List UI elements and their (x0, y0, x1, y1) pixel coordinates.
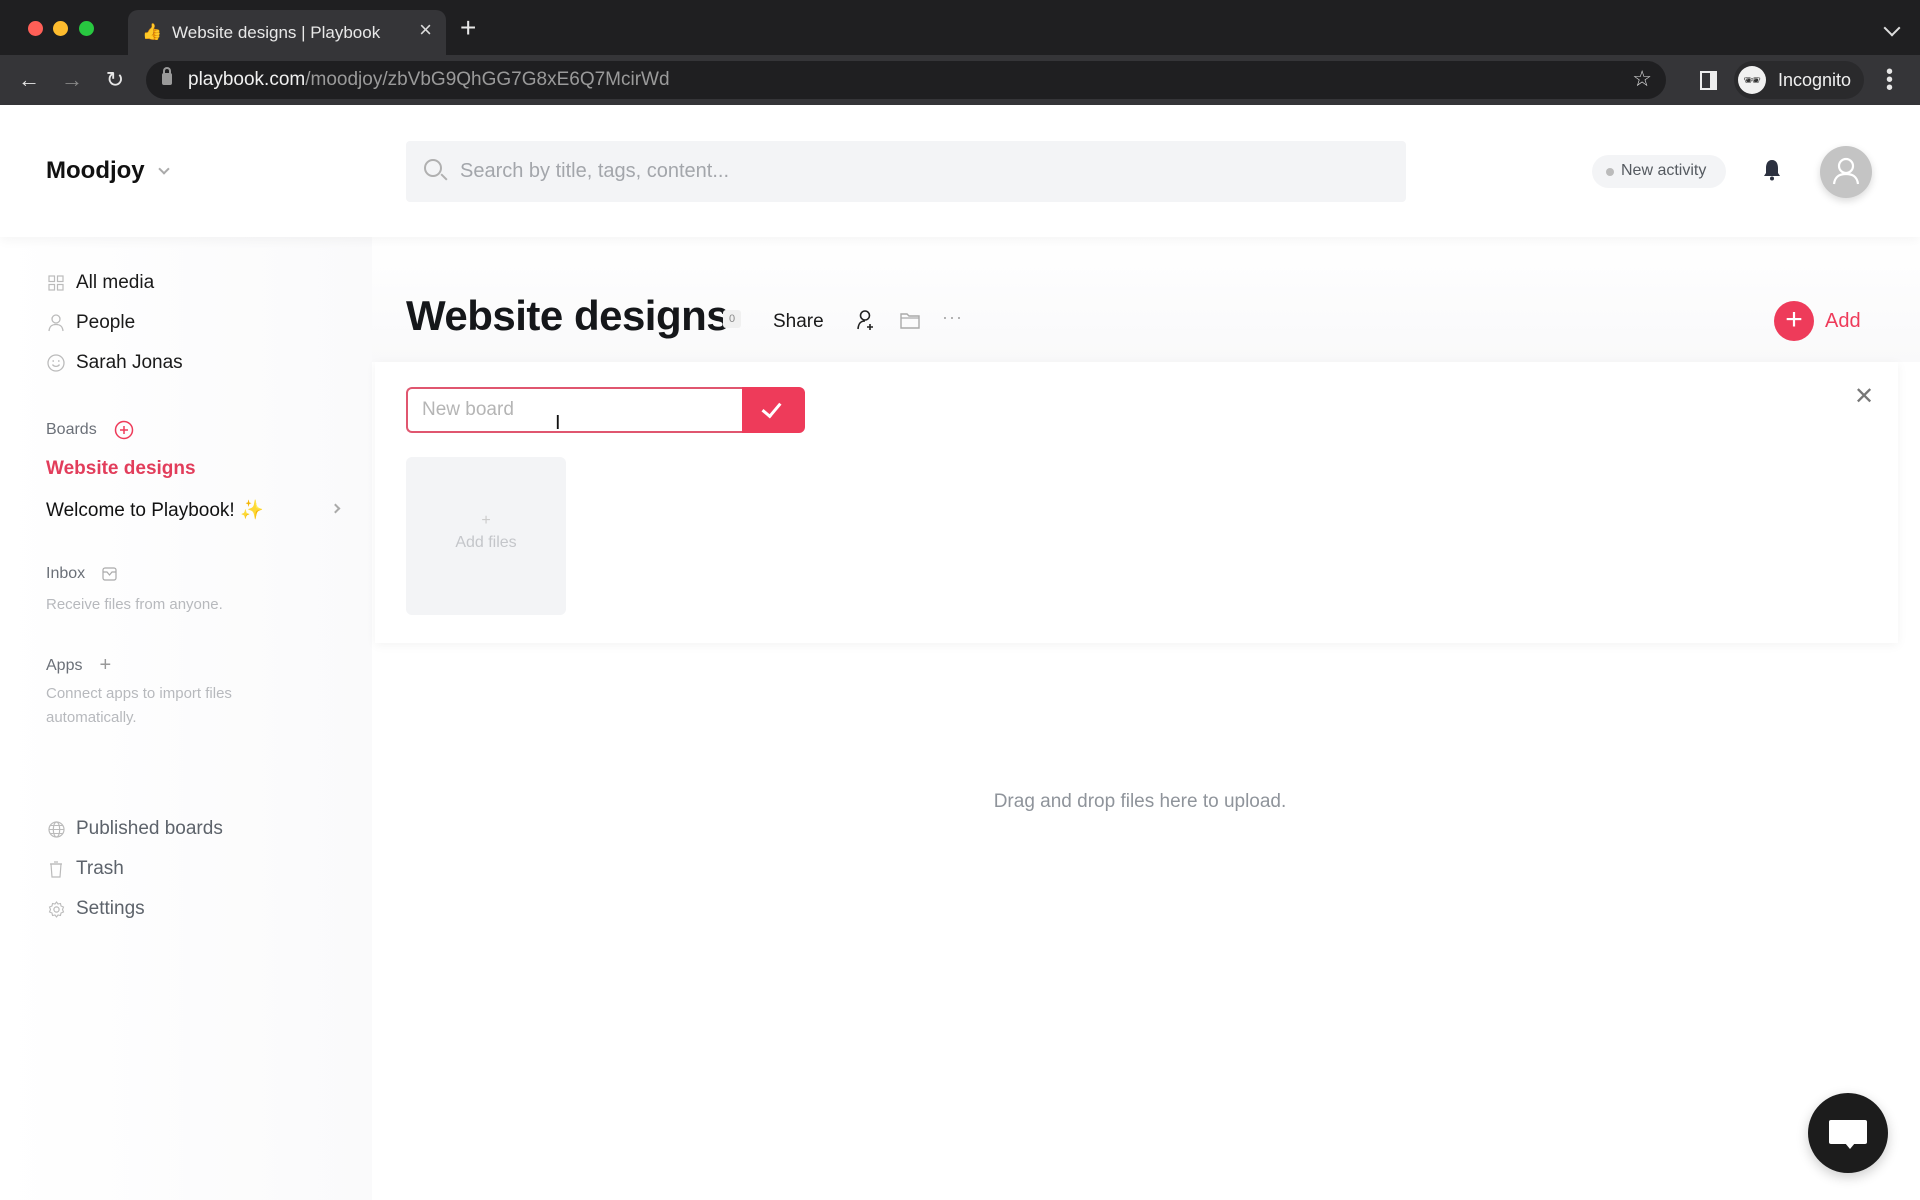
board-label: Website designs (46, 458, 196, 479)
profile-label: Incognito (1778, 70, 1852, 90)
browser-tab-bar: 👍 Website designs | Playbook × + (0, 0, 1920, 55)
inbox-section: Inbox (46, 565, 117, 583)
plus-icon: + (1774, 301, 1814, 341)
chevron-down-icon[interactable] (158, 163, 170, 175)
forward-button[interactable]: → (57, 65, 87, 95)
window-close-button[interactable] (28, 21, 43, 36)
grid-icon (46, 273, 66, 293)
share-button[interactable]: Share (773, 311, 824, 333)
folder-icon[interactable] (899, 310, 921, 330)
browser-menu-icon[interactable]: • • • (1886, 62, 1893, 98)
bookmark-star-icon[interactable]: ☆ (1632, 66, 1652, 92)
user-avatar[interactable] (1820, 146, 1872, 198)
url-bar[interactable]: playbook.com/moodjoy/zbVbG9QhGG7G8xE6Q7M… (146, 61, 1666, 99)
sidebar: All media People Sarah Jonas Boards Webs… (0, 237, 372, 1200)
sidebar-item-published-boards[interactable]: Published boards (46, 815, 223, 843)
add-files-tile[interactable]: + Add files (406, 457, 566, 615)
boards-section: Boards (46, 420, 134, 440)
apps-description: Connect apps to import files automatical… (46, 685, 232, 726)
search-input[interactable] (460, 141, 1390, 202)
bell-icon[interactable] (1763, 159, 1781, 181)
incognito-profile-button[interactable]: 🕶 Incognito (1734, 61, 1864, 99)
more-options-icon[interactable]: ··· (942, 307, 963, 328)
sidebar-item-all-media[interactable]: All media (46, 269, 154, 297)
sidebar-item-label: Settings (76, 898, 145, 919)
inbox-description: Receive files from anyone. (46, 596, 223, 613)
globe-icon (46, 819, 66, 839)
url-text[interactable]: playbook.com/moodjoy/zbVbG9QhGG7G8xE6Q7M… (188, 69, 670, 91)
new-board-name-input[interactable] (406, 387, 742, 433)
board-header: Website designs 0 Share ··· + Add (372, 237, 1920, 362)
new-board-panel: I ✕ + Add files (375, 362, 1898, 643)
main-content: Website designs 0 Share ··· + Add I ✕ + … (372, 237, 1920, 1200)
tab-search-chevron-icon[interactable] (1883, 19, 1901, 37)
new-activity-badge[interactable]: New activity (1592, 155, 1726, 188)
add-board-icon[interactable] (114, 420, 134, 440)
trash-icon (46, 859, 66, 879)
tab-close-icon[interactable]: × (419, 19, 432, 41)
sidebar-item-people[interactable]: People (46, 309, 135, 337)
sidebar-item-settings[interactable]: Settings (46, 895, 145, 923)
sidebar-board-welcome[interactable]: Welcome to Playbook! ✨ (46, 498, 264, 522)
chat-bubble-icon (1829, 1120, 1867, 1149)
add-files-label: Add files (455, 534, 517, 551)
search-icon (424, 159, 442, 177)
back-button[interactable]: ← (14, 65, 44, 95)
window-minimize-button[interactable] (53, 21, 68, 36)
chat-support-button[interactable] (1808, 1093, 1888, 1173)
apps-section: Apps + (46, 654, 111, 677)
drop-zone-hint: Drag and drop files here to upload. (993, 791, 1287, 812)
sidebar-item-sarah-jonas[interactable]: Sarah Jonas (46, 349, 183, 377)
item-count-badge: 0 (723, 310, 741, 328)
add-person-icon[interactable] (855, 309, 877, 331)
confirm-new-board-button[interactable] (742, 387, 805, 433)
boards-label: Boards (46, 421, 97, 438)
tab-title: Website designs | Playbook (172, 23, 381, 42)
app-header: Moodjoy New activity (0, 105, 1920, 237)
sidebar-item-trash[interactable]: Trash (46, 855, 124, 883)
checkmark-icon (761, 397, 782, 419)
lock-icon (162, 67, 172, 85)
side-panel-icon[interactable] (1700, 71, 1717, 90)
window-zoom-button[interactable] (79, 21, 94, 36)
board-label: Welcome to Playbook! ✨ (46, 500, 264, 521)
close-icon[interactable]: ✕ (1854, 385, 1874, 409)
search-bar[interactable] (406, 141, 1406, 202)
chevron-right-icon[interactable] (330, 503, 341, 514)
text-cursor-icon: I (555, 412, 561, 434)
incognito-icon: 🕶 (1738, 66, 1766, 94)
person-icon (46, 313, 66, 333)
new-tab-button[interactable]: + (460, 14, 476, 42)
activity-dot-icon (1606, 168, 1614, 176)
workspace-name[interactable]: Moodjoy (46, 157, 145, 185)
add-label: Add (1825, 309, 1861, 332)
browser-tab[interactable]: 👍 Website designs | Playbook × (128, 10, 446, 55)
add-app-icon[interactable]: + (99, 654, 111, 677)
playbook-favicon-icon: 👍 (142, 24, 162, 41)
page-title: Website designs (406, 292, 730, 339)
inbox-label[interactable]: Inbox (46, 565, 85, 583)
sidebar-item-label: People (76, 312, 136, 333)
plus-icon: + (481, 512, 491, 529)
browser-address-bar: ← → ↻ playbook.com/moodjoy/zbVbG9QhGG7G8… (0, 55, 1920, 105)
sidebar-item-label: Published boards (76, 818, 223, 839)
add-button[interactable]: + Add (1774, 301, 1861, 341)
smiley-icon (46, 353, 66, 373)
sidebar-item-label: All media (76, 272, 155, 293)
sidebar-board-website-designs[interactable]: Website designs (46, 458, 196, 480)
apps-label: Apps (46, 656, 83, 674)
inbox-icon[interactable] (102, 567, 117, 581)
new-activity-label: New activity (1621, 162, 1707, 179)
person-icon (1832, 157, 1860, 185)
sidebar-item-label: Sarah Jonas (76, 352, 183, 373)
reload-button[interactable]: ↻ (100, 65, 130, 95)
sidebar-item-label: Trash (76, 858, 124, 879)
gear-icon (46, 899, 66, 919)
